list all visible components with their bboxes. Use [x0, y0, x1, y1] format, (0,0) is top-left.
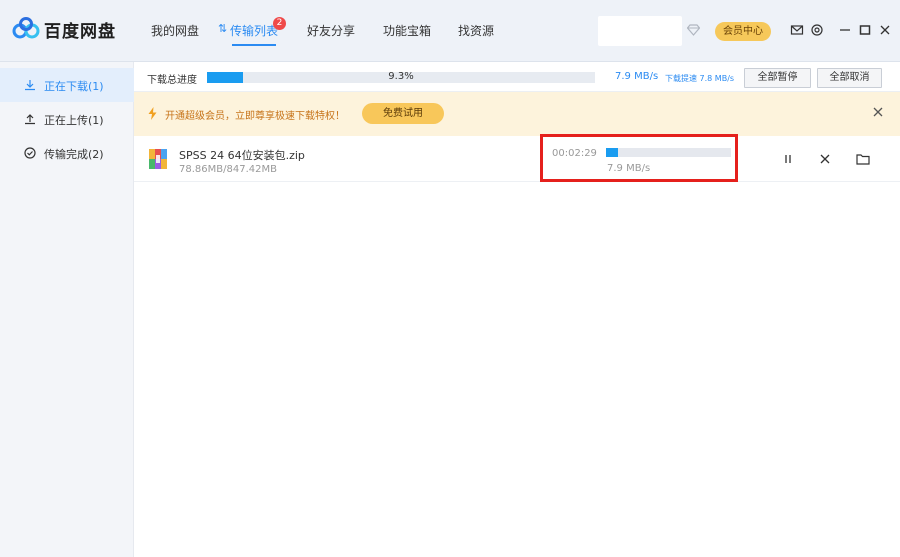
overall-progress-bar: 9.3%	[207, 71, 595, 83]
minimize-icon[interactable]	[838, 23, 852, 37]
file-name: SPSS 24 64位安装包.zip	[179, 149, 305, 162]
upload-icon	[25, 114, 35, 125]
cancel-all-button[interactable]: 全部取消	[817, 68, 882, 88]
sidebar-item-label: 传输完成(2)	[44, 148, 104, 161]
tab-my-netdisk[interactable]: 我的网盘	[151, 22, 199, 39]
overall-progress-percent: 9.3%	[388, 71, 414, 82]
download-row[interactable]: SPSS 24 64位安装包.zip 78.86MB/847.42MB 00:0…	[134, 134, 900, 182]
speed-boost-label[interactable]: 下载提速 7.8 MB/s	[665, 73, 734, 84]
lightning-icon	[148, 107, 157, 120]
highlight-annotation-box	[540, 134, 738, 182]
tab-transfer-list[interactable]: 传输列表	[230, 22, 278, 39]
folder-icon[interactable]	[856, 153, 870, 165]
sidebar-item-downloading[interactable]: 正在下载(1)	[0, 68, 134, 102]
pause-icon[interactable]	[782, 153, 794, 165]
maximize-icon[interactable]	[858, 23, 872, 37]
sidebar-item-label: 正在上传(1)	[44, 114, 104, 127]
settings-icon[interactable]	[810, 23, 824, 37]
sidebar-item-uploading[interactable]: 正在上传(1)	[0, 102, 134, 136]
search-box[interactable]	[598, 16, 682, 46]
vip-center-button[interactable]: 会员中心	[715, 22, 771, 41]
sidebar: 正在下载(1) 正在上传(1) 传输完成(2)	[0, 62, 134, 557]
mail-icon[interactable]	[790, 23, 804, 37]
vip-promo-banner: 开通超级会员，立即尊享极速下载特权！ 免费试用	[134, 92, 900, 136]
sidebar-item-completed[interactable]: 传输完成(2)	[0, 136, 134, 170]
title-bar: 百度网盘 我的网盘 ⇅ 传输列表 2 好友分享 功能宝箱 找资源 会员中心	[0, 0, 900, 62]
pause-all-button[interactable]: 全部暂停	[744, 68, 811, 88]
tab-friend-share[interactable]: 好友分享	[307, 22, 355, 39]
banner-text: 开通超级会员，立即尊享极速下载特权！	[165, 111, 345, 122]
tab-toolbox[interactable]: 功能宝箱	[383, 22, 431, 39]
diamond-icon[interactable]	[687, 24, 700, 36]
overall-progress-label: 下载总进度	[147, 75, 197, 86]
app-brand: 百度网盘	[44, 22, 116, 42]
baidu-netdisk-logo-icon	[12, 17, 40, 39]
overall-progress-row: 下载总进度 9.3% 7.9 MB/s 下载提速 7.8 MB/s 全部暂停 全…	[134, 62, 900, 92]
transfer-icon: ⇅	[218, 22, 228, 35]
file-size: 78.86MB/847.42MB	[179, 164, 277, 175]
transfer-badge: 2	[273, 17, 286, 30]
sidebar-item-label: 正在下载(1)	[44, 80, 104, 93]
active-tab-indicator	[232, 44, 276, 46]
tab-find-resources[interactable]: 找资源	[458, 22, 494, 39]
banner-close-icon[interactable]	[873, 107, 883, 117]
overall-speed: 7.9 MB/s	[615, 71, 659, 82]
zip-file-icon	[149, 149, 167, 169]
free-trial-button[interactable]: 免费试用	[362, 103, 444, 124]
cancel-download-icon[interactable]	[819, 153, 831, 165]
close-icon[interactable]	[878, 23, 892, 37]
download-list-empty-area	[134, 182, 900, 557]
check-circle-icon	[24, 147, 36, 159]
download-icon	[25, 80, 35, 91]
